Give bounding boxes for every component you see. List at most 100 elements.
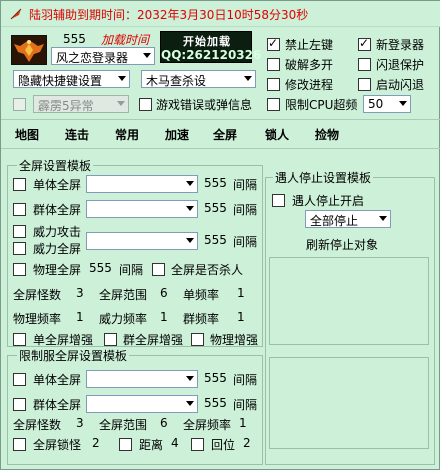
limited-single-label: 单体全屏	[33, 373, 82, 387]
kill-all-label: 全屏是否杀人	[171, 263, 244, 277]
crack-multi-checkbox[interactable]	[267, 58, 280, 71]
limit-cpu-checkbox[interactable]	[267, 98, 280, 111]
limited-group-checkbox[interactable]	[13, 398, 26, 411]
single-full-combo[interactable]	[86, 175, 198, 193]
game-error-checkbox[interactable]	[139, 98, 152, 111]
power-freq-value: 1	[160, 310, 168, 324]
physics-full-checkbox[interactable]	[13, 263, 26, 276]
single-full-checkbox[interactable]	[13, 178, 26, 191]
crack-multi-label: 破解多开	[285, 58, 334, 72]
limited-group-title: 限制服全屏设置模板	[17, 347, 130, 364]
limited-single-combo[interactable]	[86, 370, 198, 388]
chevron-down-icon	[186, 238, 194, 243]
start-flash-label: 启动闪退	[376, 78, 425, 92]
range-value: 6	[160, 286, 168, 300]
power-attack-label: 威力攻击	[33, 225, 82, 239]
count-value: 3	[76, 286, 84, 300]
phoenix-icon	[14, 40, 44, 62]
limited-single-checkbox[interactable]	[13, 373, 26, 386]
limited-range-value: 6	[160, 416, 168, 430]
limited-count-label: 全屏怪数	[13, 418, 62, 432]
limited-distance-checkbox[interactable]	[119, 438, 132, 451]
limited-freq-label: 全屏频率	[183, 418, 232, 432]
kill-all-checkbox[interactable]	[152, 263, 165, 276]
limited-freq-value: 1	[239, 416, 247, 430]
menu-speed[interactable]: 加速	[165, 126, 189, 143]
thunder-combo[interactable]: 霹雳5异常	[33, 95, 129, 113]
start-flash-checkbox[interactable]	[358, 78, 371, 91]
limited-distance-label: 距离	[139, 438, 164, 452]
function-menu-bar: 地图 连击 常用 加速 全屏 锁人 捡物	[1, 119, 440, 149]
start-load-banner[interactable]: 开始加载 QQ:262120326	[160, 31, 262, 63]
menu-map[interactable]: 地图	[15, 126, 39, 143]
encounter-enable-label: 遇人停止开启	[292, 194, 365, 208]
modify-process-label: 修改进程	[285, 78, 334, 92]
game-error-label: 游戏错误或弹信息	[156, 98, 253, 112]
banner-qq: QQ:262120326	[161, 48, 262, 62]
chevron-down-icon	[143, 53, 151, 58]
limited-count-value: 3	[76, 416, 84, 430]
physics-full-label: 物理全屏	[33, 263, 82, 277]
limited-lock-label: 全屏锁怪	[33, 438, 82, 452]
range-label: 全屏范围	[99, 288, 148, 302]
chevron-down-icon	[186, 206, 194, 211]
menu-combo[interactable]: 连击	[65, 126, 89, 143]
physics-full-value: 555	[89, 261, 112, 275]
menu-lock-player[interactable]: 锁人	[265, 126, 289, 143]
thunder-checkbox[interactable]	[13, 98, 26, 111]
encounter-list-bottom[interactable]	[269, 357, 429, 449]
limited-distance-value: 4	[171, 436, 179, 450]
group-full-checkbox[interactable]	[13, 203, 26, 216]
power-full-checkbox[interactable]	[13, 242, 26, 255]
limit-cpu-label: 限制CPU超频	[285, 98, 358, 112]
encounter-enable-checkbox[interactable]	[272, 194, 285, 207]
title-bar: 陆羽辅助到期时间：2032年3月30日10时58分30秒	[1, 1, 440, 27]
ban-left-click-label: 禁止左键	[285, 38, 334, 52]
feather-icon	[10, 8, 22, 20]
single-freq-value: 1	[237, 286, 245, 300]
trojan-scan-combo[interactable]: 木马查杀设	[141, 70, 256, 88]
limited-return-checkbox[interactable]	[191, 438, 204, 451]
chevron-down-icon	[186, 181, 194, 186]
chevron-down-icon	[186, 376, 194, 381]
single-boost-label: 单全屏增强	[33, 333, 94, 347]
group-boost-checkbox[interactable]	[104, 333, 117, 346]
group-boost-label: 群全屏增强	[123, 333, 184, 347]
menu-common[interactable]: 常用	[115, 126, 139, 143]
login-combo[interactable]: 风之恋登录器	[51, 47, 155, 65]
power-attack-checkbox[interactable]	[13, 225, 26, 238]
trojan-scan-value: 木马查杀设	[146, 74, 207, 88]
hide-shortcut-combo[interactable]: 隐藏快捷键设置	[13, 70, 130, 88]
chevron-down-icon	[118, 76, 126, 81]
limited-lock-checkbox[interactable]	[13, 438, 26, 451]
limited-return-value: 2	[243, 436, 251, 450]
flash-protect-checkbox[interactable]	[358, 58, 371, 71]
group-full-combo[interactable]	[86, 200, 198, 218]
ban-left-click-checkbox[interactable]	[267, 36, 280, 51]
group-full-label: 群体全屏	[33, 203, 82, 217]
modify-process-checkbox[interactable]	[267, 78, 280, 91]
menu-pickup[interactable]: 捡物	[315, 126, 339, 143]
single-boost-checkbox[interactable]	[13, 333, 26, 346]
code-label: 555	[63, 32, 86, 46]
count-label: 全屏怪数	[13, 288, 62, 302]
thunder-value: 霹雳5异常	[38, 99, 94, 113]
refresh-stop-target[interactable]: 刷新停止对象	[306, 236, 378, 253]
encounter-list-top[interactable]	[269, 257, 429, 345]
limited-group-label: 群体全屏	[33, 398, 82, 412]
menu-fullscreen[interactable]: 全屏	[213, 126, 237, 143]
physics-boost-checkbox[interactable]	[191, 333, 204, 346]
power-freq-label: 威力频率	[99, 312, 148, 326]
new-login-checkbox[interactable]	[358, 36, 371, 51]
chevron-down-icon	[244, 76, 252, 81]
group-freq-label: 群频率	[183, 312, 220, 326]
power-full-combo[interactable]	[86, 232, 198, 250]
encounter-stop-combo[interactable]: 全部停止	[305, 210, 391, 228]
phys-freq-value: 1	[76, 310, 84, 324]
limited-return-label: 回位	[211, 438, 236, 452]
single-freq-label: 单频率	[183, 288, 220, 302]
window-title: 陆羽辅助到期时间：2032年3月30日10时58分30秒	[29, 8, 309, 22]
limited-group-combo[interactable]	[86, 395, 198, 413]
power-full-value: 555	[204, 233, 227, 247]
cpu-value-combo[interactable]: 50	[363, 95, 411, 113]
